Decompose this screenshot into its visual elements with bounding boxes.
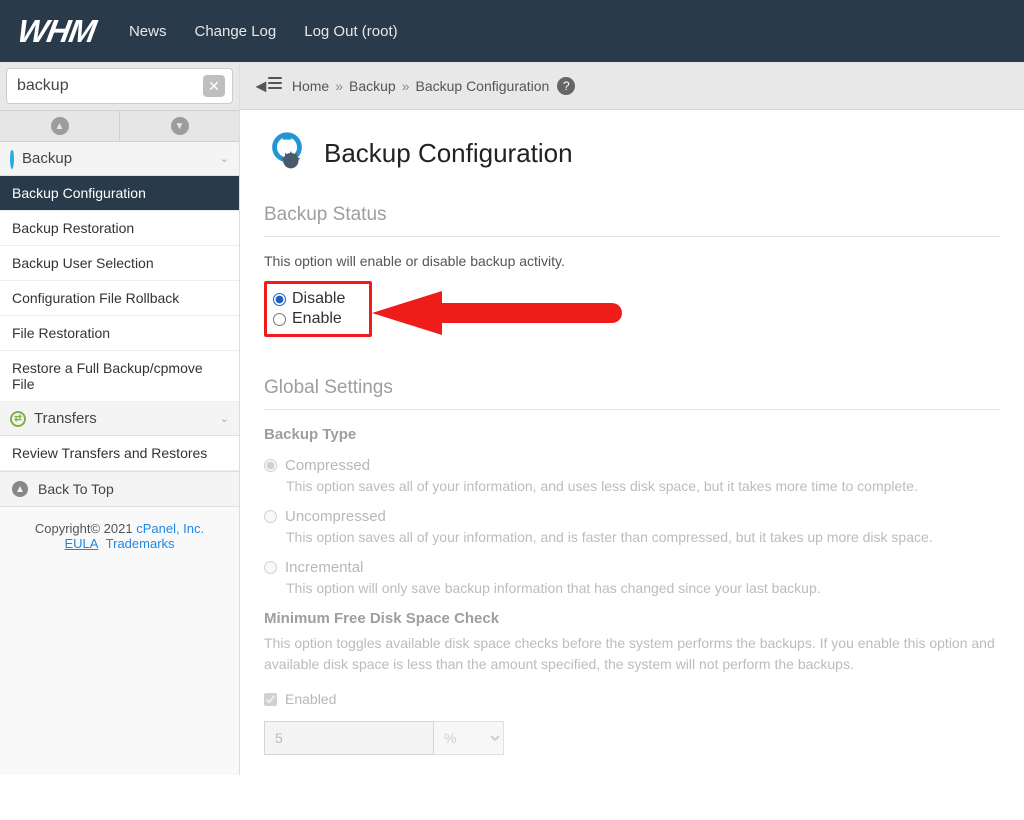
- radio-enable-label[interactable]: Enable: [292, 310, 342, 328]
- sidebar-group-backup[interactable]: Backup ⌄: [0, 142, 239, 176]
- backup-type-label: Backup Type: [264, 426, 1000, 443]
- search-clear-icon[interactable]: ✕: [203, 75, 225, 97]
- breadcrumb: ◄ Home » Backup » Backup Configuration ?: [240, 62, 1024, 110]
- back-to-top-label: Back To Top: [38, 481, 114, 497]
- breadcrumb-back-icon[interactable]: ◄: [252, 74, 282, 97]
- backup-icon: [10, 151, 14, 167]
- min-free-desc: This option toggles available disk space…: [264, 633, 1000, 675]
- nav-change-log[interactable]: Change Log: [194, 23, 276, 40]
- sidebar-item-config-file-rollback[interactable]: Configuration File Rollback: [0, 281, 239, 316]
- transfers-icon: ⇄: [10, 411, 26, 427]
- section-heading-global: Global Settings: [264, 377, 1000, 399]
- highlight-frame: Disable Enable: [264, 281, 372, 337]
- sidebar-item-backup-configuration[interactable]: Backup Configuration: [0, 176, 239, 211]
- sidebar-item-backup-user-selection[interactable]: Backup User Selection: [0, 246, 239, 281]
- expand-all-button[interactable]: ▼: [120, 111, 239, 141]
- sidebar-item-file-restoration[interactable]: File Restoration: [0, 316, 239, 351]
- radio-uncompressed-label: Uncompressed: [285, 508, 386, 525]
- min-free-value-input: [264, 721, 434, 755]
- status-description: This option will enable or disable backu…: [264, 253, 1000, 269]
- collapse-all-button[interactable]: ▲: [0, 111, 120, 141]
- help-icon[interactable]: ?: [557, 77, 575, 95]
- crumb-current: Backup Configuration: [415, 78, 549, 94]
- sidebar-item-review-transfers[interactable]: Review Transfers and Restores: [0, 436, 239, 471]
- crumb-backup[interactable]: Backup: [349, 78, 396, 94]
- sidebar-item-restore-full-backup[interactable]: Restore a Full Backup/cpmove File: [0, 351, 239, 402]
- sidebar-item-backup-restoration[interactable]: Backup Restoration: [0, 211, 239, 246]
- back-to-top[interactable]: ▲ Back To Top: [0, 471, 239, 507]
- crumb-home[interactable]: Home: [292, 78, 329, 94]
- min-free-title: Minimum Free Disk Space Check: [264, 610, 1000, 627]
- checkbox-min-free-enabled: [264, 693, 277, 706]
- radio-compressed: [264, 459, 277, 472]
- trademarks-link[interactable]: Trademarks: [106, 536, 175, 551]
- radio-incremental: [264, 561, 277, 574]
- uncompressed-desc: This option saves all of your informatio…: [286, 529, 1000, 545]
- section-heading-status: Backup Status: [264, 204, 1000, 226]
- chevron-down-icon: ⌄: [220, 152, 229, 165]
- nav-news[interactable]: News: [129, 23, 167, 40]
- radio-enable[interactable]: [273, 313, 286, 326]
- arrow-up-icon: ▲: [12, 481, 28, 497]
- sidebar-group-label: Backup: [22, 150, 72, 167]
- chevron-down-icon: ⌄: [220, 412, 229, 425]
- radio-disable[interactable]: [273, 293, 286, 306]
- radio-uncompressed: [264, 510, 277, 523]
- page-title: Backup Configuration: [324, 138, 573, 169]
- radio-disable-label[interactable]: Disable: [292, 290, 345, 308]
- incremental-desc: This option will only save backup inform…: [286, 580, 1000, 596]
- search-input[interactable]: [6, 68, 233, 104]
- sidebar-footer: Copyright© 2021 cPanel, Inc. EULA Tradem…: [0, 507, 239, 565]
- annotation-arrow-icon: [372, 291, 632, 335]
- nav-logout[interactable]: Log Out (root): [304, 23, 397, 40]
- sidebar-group-label: Transfers: [34, 410, 97, 427]
- backup-gear-icon: [264, 130, 310, 176]
- radio-compressed-label: Compressed: [285, 457, 370, 474]
- sidebar: ✕ ▲ ▼ Backup ⌄ Backup Configuration Back…: [0, 62, 240, 775]
- min-free-unit-select: %: [434, 721, 504, 755]
- min-free-enabled-label: Enabled: [285, 691, 336, 707]
- sidebar-group-transfers[interactable]: ⇄ Transfers ⌄: [0, 402, 239, 436]
- copyright-text: Copyright© 2021: [35, 521, 136, 536]
- radio-incremental-label: Incremental: [285, 559, 363, 576]
- cpanel-link[interactable]: cPanel, Inc.: [136, 521, 204, 536]
- whm-logo[interactable]: WHM: [15, 13, 98, 50]
- compressed-desc: This option saves all of your informatio…: [286, 478, 1000, 494]
- eula-link[interactable]: EULA: [64, 536, 98, 551]
